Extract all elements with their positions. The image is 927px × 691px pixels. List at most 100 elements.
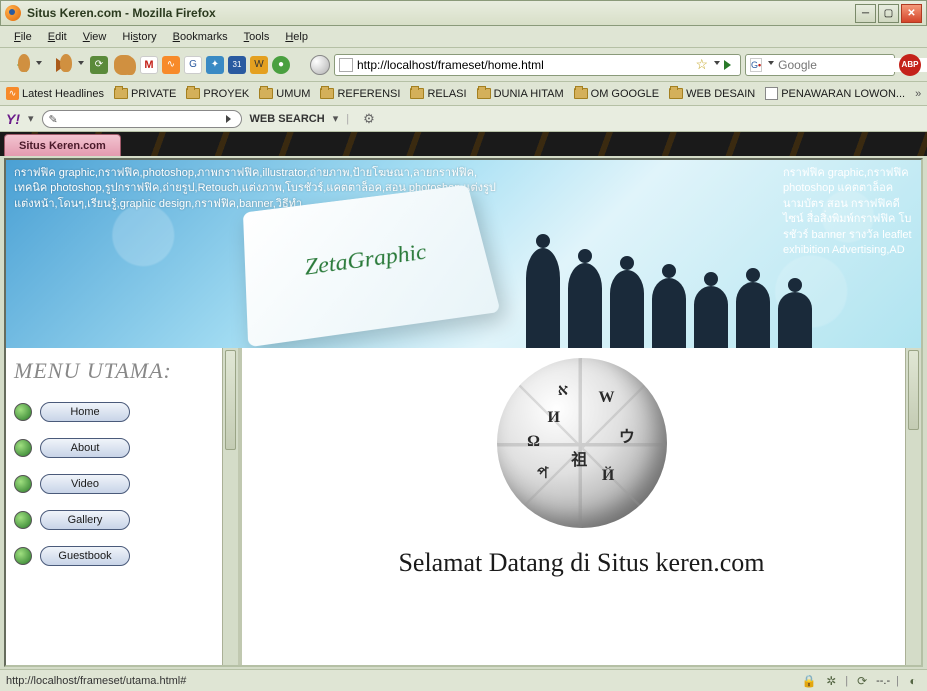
search-box[interactable]: G• 🔍 <box>745 54 895 76</box>
frameset-body: MENU UTAMA: Home About Video Gallery Gue… <box>6 348 921 665</box>
tab-strip-background <box>121 134 927 156</box>
site-banner: กราฟฟิค graphic,กราฟฟิค,photoshop,ภาพกรา… <box>6 160 921 348</box>
page-favicon <box>339 58 353 72</box>
url-bar[interactable]: ☆ <box>334 54 741 76</box>
bullet-icon <box>14 403 32 421</box>
bookmark-private[interactable]: PRIVATE <box>114 88 176 100</box>
url-input[interactable] <box>357 58 691 72</box>
yahoo-search-input[interactable] <box>61 113 226 125</box>
tab-strip: Situs Keren.com <box>0 132 927 156</box>
bookmark-dunia-hitam[interactable]: DUNIA HITAM <box>477 88 564 100</box>
bookmark-penawaran[interactable]: PENAWARAN LOWON... <box>765 87 905 100</box>
sidebar-frame: MENU UTAMA: Home About Video Gallery Gue… <box>6 348 242 665</box>
page-icon <box>765 87 778 100</box>
search-engine-dropdown[interactable] <box>768 61 774 68</box>
lock-icon[interactable]: 🔒 <box>801 673 817 689</box>
maximize-button[interactable]: ▢ <box>878 4 899 23</box>
rss-icon: ∿ <box>6 87 19 100</box>
sparkle-icon[interactable]: ✦ <box>206 56 224 74</box>
yahoo-toolbar: Y! ▾ ✎ WEB SEARCH ▾ | ⚙ <box>0 106 927 132</box>
bookmarks-toolbar: ∿Latest Headlines PRIVATE PROYEK UMUM RE… <box>0 82 927 106</box>
folder-icon <box>574 88 588 99</box>
menu-about[interactable]: About <box>14 438 230 458</box>
main-frame: W И 祖 Ω ウ א Й প Selamat Datang di Situs … <box>242 348 921 665</box>
yahoo-search-box[interactable]: ✎ <box>42 110 242 128</box>
bookmark-om-google[interactable]: OM GOOGLE <box>574 88 659 100</box>
bullet-icon <box>14 547 32 565</box>
folder-icon <box>477 88 491 99</box>
home-button[interactable] <box>112 53 136 77</box>
web-search-button[interactable]: WEB SEARCH <box>250 113 325 125</box>
search-engine-icon[interactable]: G• <box>750 58 762 72</box>
menu-file[interactable]: File <box>6 29 40 45</box>
menubar: File Edit View History Bookmarks Tools H… <box>0 26 927 48</box>
yahoo-logo[interactable]: Y! <box>6 111 20 127</box>
menu-help[interactable]: Help <box>277 29 316 45</box>
url-go-button[interactable] <box>724 60 736 70</box>
bookmark-referensi[interactable]: REFERENSI <box>320 88 400 100</box>
window-titlebar: Situs Keren.com - Mozilla Firefox ─ ▢ ✕ <box>0 0 927 26</box>
bookmark-umum[interactable]: UMUM <box>259 88 310 100</box>
yahoo-dropdown-icon[interactable]: ▾ <box>28 112 34 125</box>
folder-icon <box>669 88 683 99</box>
scrollbar-thumb[interactable] <box>908 350 919 430</box>
menu-video[interactable]: Video <box>14 474 230 494</box>
status-url: http://localhost/frameset/utama.html# <box>6 675 795 687</box>
status-extra-icon[interactable]: ◐ <box>905 673 921 689</box>
stop-button[interactable] <box>310 55 330 75</box>
menu-home[interactable]: Home <box>14 402 230 422</box>
bookmark-proyek[interactable]: PROYEK <box>186 88 249 100</box>
gmail-icon[interactable]: M <box>140 56 158 74</box>
sidebar-scrollbar[interactable] <box>222 348 238 665</box>
bookmark-relasi[interactable]: RELASI <box>410 88 466 100</box>
bookmark-web-desain[interactable]: WEB DESAIN <box>669 88 755 100</box>
menu-bookmarks[interactable]: Bookmarks <box>165 29 236 45</box>
window-title: Situs Keren.com - Mozilla Firefox <box>27 6 855 20</box>
rss-icon[interactable]: ∿ <box>162 56 180 74</box>
banner-silhouettes <box>526 248 812 348</box>
proxy-status: --.- <box>876 675 890 687</box>
nav-toolbar: ⟳ M ∿ G ✦ 31 W ● ☆ G• 🔍 ABP <box>0 48 927 82</box>
welcome-heading: Selamat Datang di Situs keren.com <box>398 548 764 578</box>
yahoo-search-dropdown[interactable]: ▾ <box>333 112 339 125</box>
google-icon[interactable]: G <box>184 56 202 74</box>
w-icon[interactable]: W <box>250 56 268 74</box>
menu-view[interactable]: View <box>75 29 115 45</box>
folder-icon <box>320 88 334 99</box>
minimize-button[interactable]: ─ <box>855 4 876 23</box>
scrollbar-thumb[interactable] <box>225 350 236 450</box>
wikipedia-globe: W И 祖 Ω ウ א Й প <box>497 358 667 528</box>
main-scrollbar[interactable] <box>905 348 921 665</box>
page-viewport: กราฟฟิค graphic,กราฟฟิค,photoshop,ภาพกรา… <box>4 158 923 667</box>
menu-guestbook[interactable]: Guestbook <box>14 546 230 566</box>
forward-button[interactable] <box>48 50 86 80</box>
folder-icon <box>186 88 200 99</box>
url-dropdown-icon[interactable] <box>714 61 720 68</box>
pencil-icon: ✎ <box>49 113 61 125</box>
addon-icon[interactable]: ● <box>272 56 290 74</box>
folder-icon <box>114 88 128 99</box>
tab-situs-keren[interactable]: Situs Keren.com <box>4 134 121 156</box>
reload-button[interactable]: ⟳ <box>90 56 108 74</box>
bullet-icon <box>14 511 32 529</box>
sidebar-title: MENU UTAMA: <box>14 358 230 384</box>
banner-tags-right: กราฟฟิค graphic,กราฟฟิค photoshop แคตตาล… <box>783 166 913 258</box>
yahoo-search-go[interactable] <box>226 115 235 123</box>
firefox-icon <box>5 5 21 21</box>
menu-gallery[interactable]: Gallery <box>14 510 230 530</box>
close-button[interactable]: ✕ <box>901 4 922 23</box>
yahoo-settings-icon[interactable]: ⚙ <box>363 111 375 127</box>
menu-edit[interactable]: Edit <box>40 29 75 45</box>
bookmark-latest-headlines[interactable]: ∿Latest Headlines <box>6 87 104 100</box>
menu-tools[interactable]: Tools <box>236 29 278 45</box>
bookmark-star-icon[interactable]: ☆ <box>695 56 708 73</box>
proxy-icon[interactable]: ⟳ <box>854 673 870 689</box>
menu-history[interactable]: History <box>114 29 164 45</box>
calendar-icon[interactable]: 31 <box>228 56 246 74</box>
back-button[interactable] <box>6 50 44 80</box>
status-bar: http://localhost/frameset/utama.html# 🔒 … <box>0 669 927 691</box>
cookie-icon[interactable]: ✲ <box>823 673 839 689</box>
folder-icon <box>410 88 424 99</box>
adblock-icon[interactable]: ABP <box>899 54 921 76</box>
bookmarks-overflow-icon[interactable]: » <box>915 88 921 100</box>
